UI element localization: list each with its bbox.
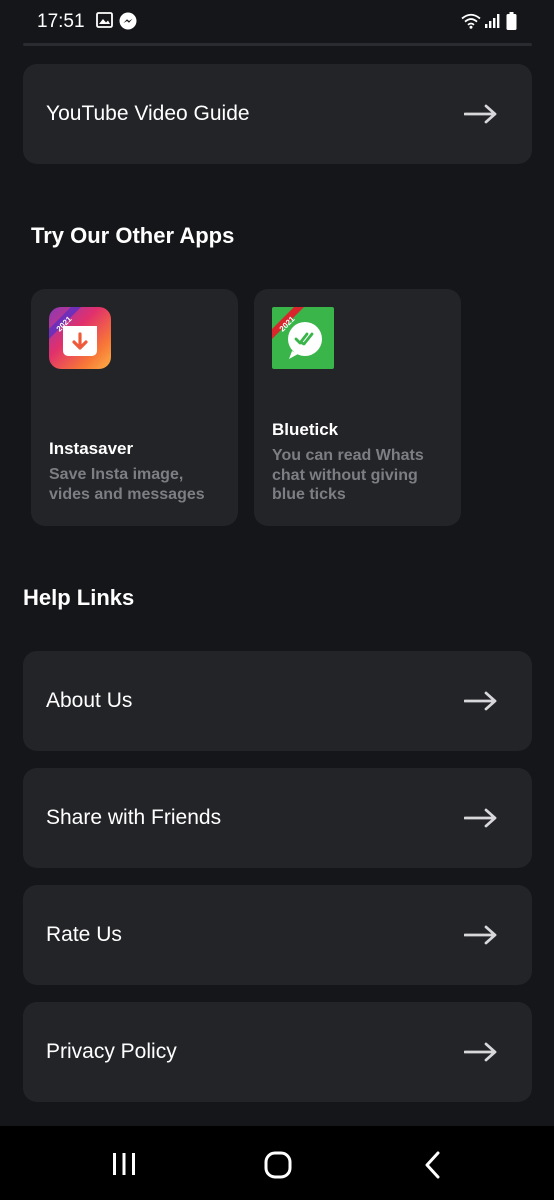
help-link-rate-us[interactable]: Rate Us	[23, 885, 532, 985]
help-link-label: Privacy Policy	[46, 1040, 177, 1063]
app-desc-bluetick: You can read Whats chat without giving b…	[272, 447, 424, 503]
back-icon[interactable]	[424, 1151, 442, 1179]
signal-icon	[485, 14, 500, 28]
app-card-instasaver[interactable]: 2021 Instasaver Save Insta image, vides …	[31, 289, 238, 526]
other-apps-heading: Try Our Other Apps	[31, 223, 235, 248]
help-link-privacy-policy[interactable]: Privacy Policy	[23, 1002, 532, 1102]
system-navigation-bar	[0, 1126, 554, 1200]
arrow-right-icon	[464, 925, 497, 945]
youtube-video-guide-link[interactable]: YouTube Video Guide	[23, 64, 532, 164]
wifi-icon	[461, 13, 481, 29]
help-link-label: Share with Friends	[46, 806, 222, 829]
top-divider	[23, 43, 532, 46]
help-links-heading: Help Links	[23, 585, 135, 610]
bluetick-logo-icon: 2021	[272, 307, 334, 369]
app-title-bluetick: Bluetick	[272, 420, 339, 439]
arrow-right-icon	[464, 1042, 497, 1062]
help-link-label: About Us	[46, 689, 133, 712]
instasaver-logo-icon: 2021	[49, 307, 111, 369]
arrow-right-icon	[464, 691, 497, 711]
arrow-right-icon	[464, 104, 497, 124]
recent-apps-icon[interactable]	[110, 1152, 138, 1176]
arrow-right-icon	[464, 808, 497, 828]
help-link-about-us[interactable]: About Us	[23, 651, 532, 751]
status-bar: 17:51	[0, 0, 554, 44]
help-link-share-with-friends[interactable]: Share with Friends	[23, 768, 532, 868]
image-icon	[96, 12, 113, 28]
youtube-video-guide-label: YouTube Video Guide	[46, 102, 250, 125]
app-desc-instasaver: Save Insta image, vides and messages	[49, 466, 205, 503]
battery-icon	[506, 12, 517, 30]
status-time: 17:51	[37, 11, 85, 32]
home-icon[interactable]	[264, 1151, 292, 1179]
app-card-bluetick[interactable]: 2021 Bluetick You can read Whats chat wi…	[254, 289, 461, 526]
help-link-label: Rate Us	[46, 923, 122, 946]
messenger-icon	[119, 12, 137, 30]
app-title-instasaver: Instasaver	[49, 439, 134, 458]
